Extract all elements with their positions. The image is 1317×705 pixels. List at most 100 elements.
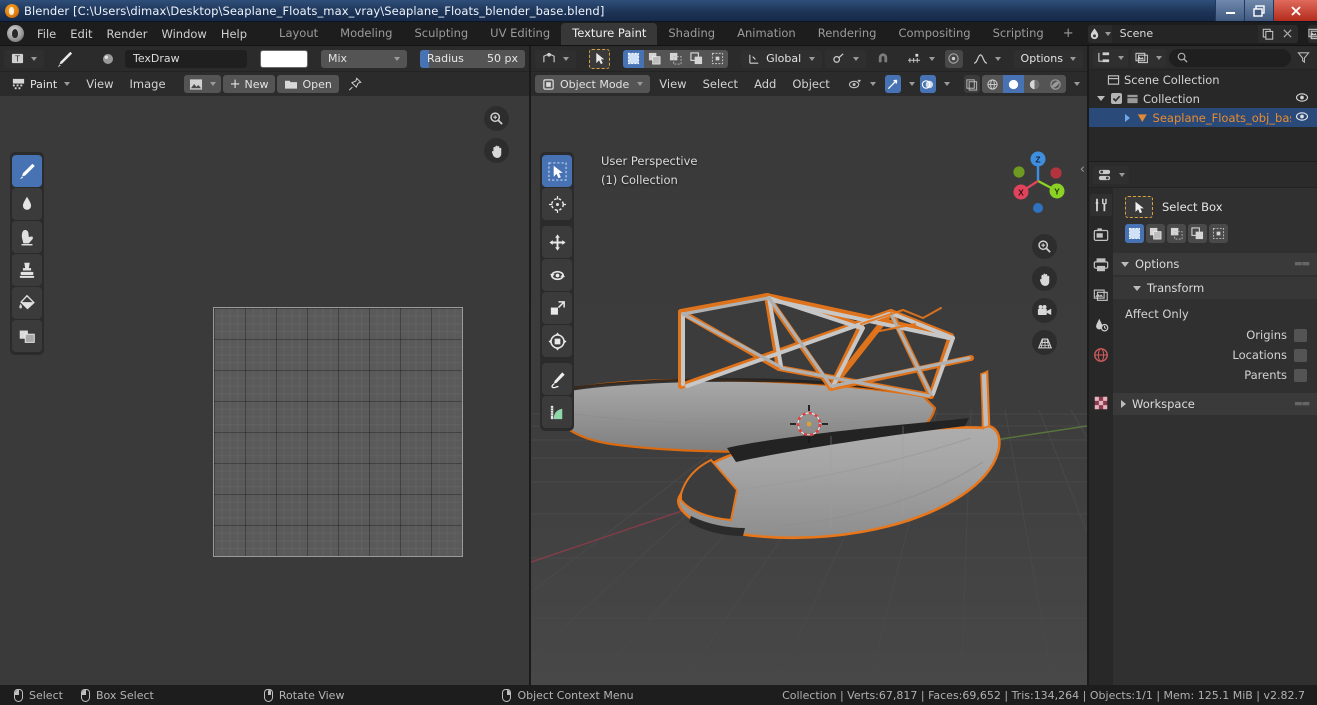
output-tab[interactable] <box>1090 254 1112 276</box>
select-subtract-button[interactable] <box>665 49 687 68</box>
image-image-menu[interactable]: Image <box>123 74 173 94</box>
menu-help[interactable]: Help <box>214 24 254 44</box>
smear-tool[interactable] <box>12 221 42 253</box>
select-mode-set[interactable] <box>1125 224 1144 243</box>
tab-animation[interactable]: Animation <box>726 23 807 45</box>
brush-name-field[interactable]: TexDraw <box>125 49 247 68</box>
image-zoom-button[interactable] <box>484 106 509 131</box>
tab-layout[interactable]: Layout <box>268 23 329 45</box>
panel-transform[interactable]: Transform <box>1113 277 1317 299</box>
paint-mode-selector[interactable]: Paint <box>4 75 77 93</box>
draw-brush-tool[interactable] <box>12 155 42 187</box>
tab-scripting[interactable]: Scripting <box>982 23 1055 45</box>
show-overlays-button[interactable] <box>919 75 936 93</box>
image-grid[interactable] <box>213 307 463 557</box>
scale-tool[interactable] <box>542 292 572 324</box>
tab-texture-paint[interactable]: Texture Paint <box>561 22 658 45</box>
move-tool[interactable] <box>542 226 572 258</box>
open-image-button[interactable]: Open <box>277 75 339 93</box>
maximize-button[interactable] <box>1244 0 1273 21</box>
viewport-select-menu[interactable]: Select <box>696 74 745 94</box>
affect-origins-checkbox[interactable] <box>1294 328 1307 342</box>
tab-rendering[interactable]: Rendering <box>807 23 888 45</box>
scene-tab[interactable] <box>1090 314 1112 336</box>
snap-magnet-button[interactable] <box>869 50 897 68</box>
viewport-view-menu[interactable]: View <box>652 74 693 94</box>
close-button[interactable] <box>1273 0 1317 21</box>
outliner-row-collection[interactable]: Collection <box>1089 89 1317 108</box>
outliner-search-input[interactable] <box>1169 48 1291 67</box>
xray-toggle-button[interactable] <box>963 75 980 93</box>
clone-tool[interactable] <box>12 254 42 286</box>
scene-unlink-button[interactable] <box>1277 24 1298 43</box>
pin-button[interactable] <box>341 75 369 93</box>
brush-color-swatch[interactable] <box>260 49 308 68</box>
proportional-edit-button[interactable] <box>945 49 963 68</box>
scene-icon[interactable] <box>1087 24 1112 43</box>
cursor-tool[interactable] <box>542 188 572 220</box>
transform-tool[interactable] <box>542 325 572 357</box>
affect-only-parents-row[interactable]: Parents <box>1113 365 1317 385</box>
view-layer-icon[interactable] <box>1307 24 1317 43</box>
add-workspace-button[interactable]: + <box>1055 24 1082 43</box>
tool-tab[interactable] <box>1090 194 1112 216</box>
affect-parents-checkbox[interactable] <box>1294 368 1307 382</box>
outliner-display-mode[interactable] <box>1131 48 1166 67</box>
viewport-zoom-button[interactable] <box>1032 234 1057 259</box>
show-gizmo-button[interactable] <box>884 75 901 93</box>
world-tab[interactable] <box>1090 344 1112 366</box>
snap-pivot-dropdown[interactable] <box>825 49 867 68</box>
rotate-tool[interactable] <box>542 259 572 291</box>
scene-name-field[interactable]: Scene <box>1111 24 1258 43</box>
blend-mode-dropdown[interactable]: Mix <box>321 49 407 68</box>
new-image-button[interactable]: + New <box>222 75 276 93</box>
visibility-eye-icon[interactable] <box>1295 92 1309 106</box>
shading-rendered-button[interactable] <box>1045 75 1066 93</box>
shading-wireframe-button[interactable] <box>982 75 1003 93</box>
overlays-dropdown[interactable] <box>938 75 953 93</box>
view-layer-tab[interactable] <box>1090 284 1112 306</box>
viewport-camera-button[interactable] <box>1032 298 1057 323</box>
tab-uv-editing[interactable]: UV Editing <box>479 23 561 45</box>
affect-locations-checkbox[interactable] <box>1294 348 1307 362</box>
select-mode-invert[interactable] <box>1188 224 1207 243</box>
tweak-select-tool[interactable] <box>542 155 572 187</box>
minimize-button[interactable] <box>1215 0 1244 21</box>
visibility-eye-icon[interactable] <box>1295 111 1309 125</box>
menu-file[interactable]: File <box>30 24 63 44</box>
affect-only-locations-row[interactable]: Locations <box>1113 345 1317 365</box>
interaction-mode-dropdown[interactable]: Object Mode <box>535 75 651 93</box>
menu-edit[interactable]: Edit <box>63 24 99 44</box>
disclosure-triangle-icon[interactable] <box>1122 113 1132 122</box>
navigation-gizmo[interactable]: Z Y X <box>1005 148 1071 214</box>
brush-icon-button[interactable] <box>94 50 122 68</box>
shading-dropdown[interactable] <box>1068 75 1083 93</box>
viewport-object-menu[interactable]: Object <box>785 74 836 94</box>
disclosure-triangle-icon[interactable] <box>1095 96 1107 101</box>
viewport-pan-button[interactable] <box>1032 266 1057 291</box>
image-view-menu[interactable]: View <box>79 74 120 94</box>
area-divider-right[interactable] <box>1087 46 1089 685</box>
editor-type-selector[interactable]: T <box>4 49 44 68</box>
scene-duplicate-button[interactable] <box>1257 24 1278 43</box>
visibility-dropdown[interactable] <box>841 75 883 93</box>
soften-tool[interactable] <box>12 188 42 220</box>
image-canvas[interactable] <box>0 96 529 685</box>
tab-compositing[interactable]: Compositing <box>887 23 981 45</box>
image-browse-button[interactable] <box>183 75 221 93</box>
measure-tool[interactable] <box>542 396 572 428</box>
select-extend-button[interactable] <box>644 49 666 68</box>
blender-logo-icon[interactable] <box>7 25 24 42</box>
active-tool-indicator[interactable] <box>589 48 611 69</box>
area-divider-left[interactable] <box>529 46 531 685</box>
affect-only-origins-row[interactable]: Origins <box>1113 325 1317 345</box>
fill-tool[interactable] <box>12 287 42 319</box>
brush-radius-slider[interactable]: Radius 50 px <box>420 49 525 68</box>
select-intersect-button[interactable] <box>707 49 729 68</box>
texture-tab[interactable] <box>1090 392 1112 414</box>
panel-options[interactable]: Options ▬▬ <box>1113 253 1317 275</box>
panel-workspace[interactable]: Workspace ▬▬ <box>1113 393 1317 415</box>
viewport-add-menu[interactable]: Add <box>747 74 783 94</box>
image-pan-button[interactable] <box>484 138 509 163</box>
tab-sculpting[interactable]: Sculpting <box>403 23 479 45</box>
